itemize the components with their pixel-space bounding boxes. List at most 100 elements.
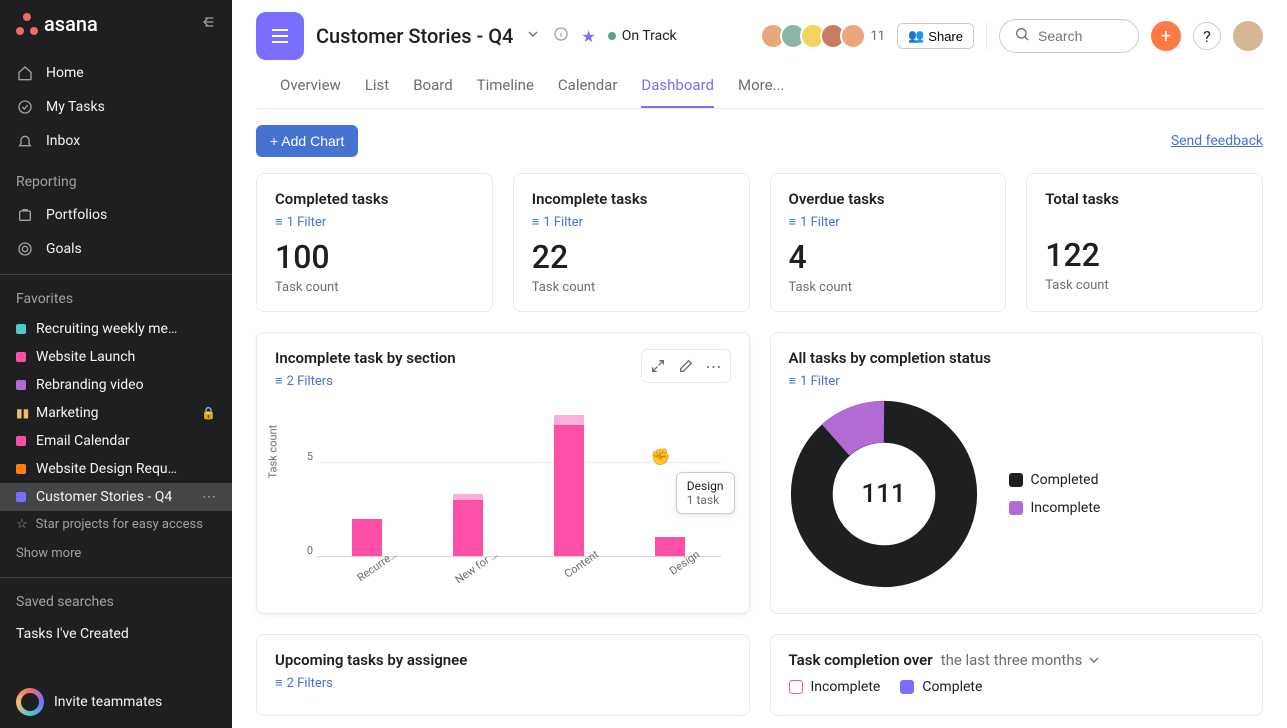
nav-inbox[interactable]: Inbox [0, 124, 232, 158]
nav-label: Inbox [46, 133, 80, 149]
lock-icon: 🔒 [201, 406, 216, 420]
edit-icon[interactable] [674, 354, 698, 378]
x-axis-label: New for … [444, 548, 512, 609]
asana-logo-icon [16, 13, 38, 35]
filter-link[interactable]: ≡1 Filter [789, 373, 1245, 389]
main-content: Customer Stories - Q4 ★ On Track [232, 0, 1287, 728]
donut-center-value: 111 [861, 479, 905, 509]
invite-teammates-button[interactable]: Invite teammates [0, 676, 232, 728]
status-pill[interactable]: On Track [608, 28, 677, 44]
bar[interactable] [655, 537, 685, 556]
project-dropdown-button[interactable] [525, 26, 541, 46]
chart-card-upcoming-by-assignee[interactable]: Upcoming tasks by assignee ≡2 Filters [256, 634, 750, 716]
target-icon [16, 240, 34, 258]
help-button[interactable]: ? [1193, 22, 1221, 50]
home-icon [16, 64, 34, 82]
project-title: Customer Stories - Q4 [316, 24, 513, 48]
invite-icon [16, 688, 44, 716]
filter-icon: ≡ [789, 373, 797, 389]
chart-card-incomplete-by-section[interactable]: Incomplete task by section ≡2 Filters ⋯ … [256, 332, 750, 614]
filter-link[interactable]: ≡1 Filter [532, 214, 731, 230]
donut-chart: 111 [789, 399, 979, 589]
tab-calendar[interactable]: Calendar [558, 76, 618, 108]
filter-icon: ≡ [275, 214, 283, 230]
donut-legend: Completed Incomplete [1009, 472, 1101, 516]
bar-chart: Task count 0 5 Recurre…New for …ContentD… [275, 407, 731, 597]
stat-value: 22 [532, 238, 731, 276]
tab-overview[interactable]: Overview [280, 76, 341, 108]
filter-link[interactable]: ≡2 Filters [275, 373, 456, 389]
filter-link[interactable]: ≡1 Filter [789, 214, 988, 230]
favorite-rebranding[interactable]: Rebranding video [0, 371, 232, 399]
saved-search-tasks-created[interactable]: Tasks I've Created [0, 618, 232, 650]
star-button[interactable]: ★ [581, 27, 595, 46]
chart-card-completion-status[interactable]: All tasks by completion status ≡1 Filter… [770, 332, 1264, 614]
tab-dashboard[interactable]: Dashboard [641, 76, 714, 108]
tab-more[interactable]: More... [738, 76, 784, 108]
project-icon[interactable] [256, 12, 304, 60]
stat-card-total[interactable]: Total tasks 122 Task count [1026, 173, 1263, 312]
bar[interactable] [352, 519, 382, 557]
card-hover-tools: ⋯ [641, 349, 731, 383]
nav-label: Goals [46, 241, 82, 257]
chevron-down-icon [1086, 652, 1102, 668]
legend-completed[interactable]: Completed [1009, 472, 1101, 488]
reporting-heading: Reporting [0, 166, 232, 198]
sidebar: asana Home My Tasks Inbox Reporting Port [0, 0, 232, 728]
tab-list[interactable]: List [365, 76, 389, 108]
profile-avatar[interactable] [1233, 21, 1263, 51]
more-icon[interactable]: ⋯ [702, 354, 726, 378]
search-box[interactable] [999, 19, 1139, 53]
bell-icon [16, 132, 34, 150]
legend-incomplete[interactable]: Incomplete [1009, 500, 1101, 516]
bars-icon: ▮▮ [16, 406, 26, 420]
logo[interactable]: asana [16, 12, 98, 36]
tab-board[interactable]: Board [413, 76, 452, 108]
member-count: 11 [870, 29, 885, 44]
stat-value: 100 [275, 238, 474, 276]
filter-link[interactable]: ≡1 Filter [275, 214, 474, 230]
collapse-sidebar-button[interactable] [200, 14, 216, 34]
search-input[interactable] [1038, 28, 1128, 44]
bar[interactable] [453, 494, 483, 556]
period-selector[interactable]: the last three months [941, 651, 1103, 669]
app-name: asana [44, 12, 98, 36]
global-add-button[interactable]: + [1151, 21, 1181, 51]
x-axis-label: Design [645, 548, 713, 609]
favorite-customer-stories[interactable]: Customer Stories - Q4 ⋯ [0, 483, 232, 511]
grab-cursor-icon: ✊ [651, 447, 671, 466]
favorite-website-launch[interactable]: Website Launch [0, 343, 232, 371]
stat-card-completed[interactable]: Completed tasks ≡1 Filter 100 Task count [256, 173, 493, 312]
expand-icon[interactable] [646, 354, 670, 378]
stat-card-overdue[interactable]: Overdue tasks ≡1 Filter 4 Task count [770, 173, 1007, 312]
tab-timeline[interactable]: Timeline [477, 76, 534, 108]
legend-incomplete[interactable]: Incomplete [789, 679, 881, 695]
show-more-button[interactable]: Show more [0, 538, 232, 569]
filter-icon: ≡ [275, 675, 283, 691]
filter-link[interactable]: ≡2 Filters [275, 675, 731, 691]
filter-icon: ≡ [532, 214, 540, 230]
bar[interactable] [554, 415, 584, 556]
chart-card-completion-over-time[interactable]: Task completion over the last three mont… [770, 634, 1264, 716]
nav-portfolios[interactable]: Portfolios [0, 198, 232, 232]
member-avatars[interactable]: 11 [766, 23, 885, 49]
favorite-email-calendar[interactable]: Email Calendar [0, 427, 232, 455]
share-button[interactable]: 👥 Share [897, 23, 974, 49]
nav-goals[interactable]: Goals [0, 232, 232, 266]
add-chart-button[interactable]: + Add Chart [256, 125, 358, 157]
filter-icon: ≡ [275, 373, 283, 389]
legend-complete[interactable]: Complete [900, 679, 982, 695]
send-feedback-link[interactable]: Send feedback [1171, 133, 1263, 149]
filter-icon: ≡ [789, 214, 797, 230]
favorite-marketing[interactable]: ▮▮ Marketing 🔒 [0, 399, 232, 427]
nav-label: Home [46, 65, 84, 81]
nav-label: My Tasks [46, 99, 105, 115]
stat-card-incomplete[interactable]: Incomplete tasks ≡1 Filter 22 Task count [513, 173, 750, 312]
info-icon[interactable] [553, 26, 569, 46]
saved-searches-heading: Saved searches [0, 586, 232, 618]
favorite-recruiting[interactable]: Recruiting weekly me… [0, 315, 232, 343]
nav-my-tasks[interactable]: My Tasks [0, 90, 232, 124]
favorite-website-design[interactable]: Website Design Requ… [0, 455, 232, 483]
more-icon[interactable]: ⋯ [202, 489, 216, 505]
nav-home[interactable]: Home [0, 56, 232, 90]
